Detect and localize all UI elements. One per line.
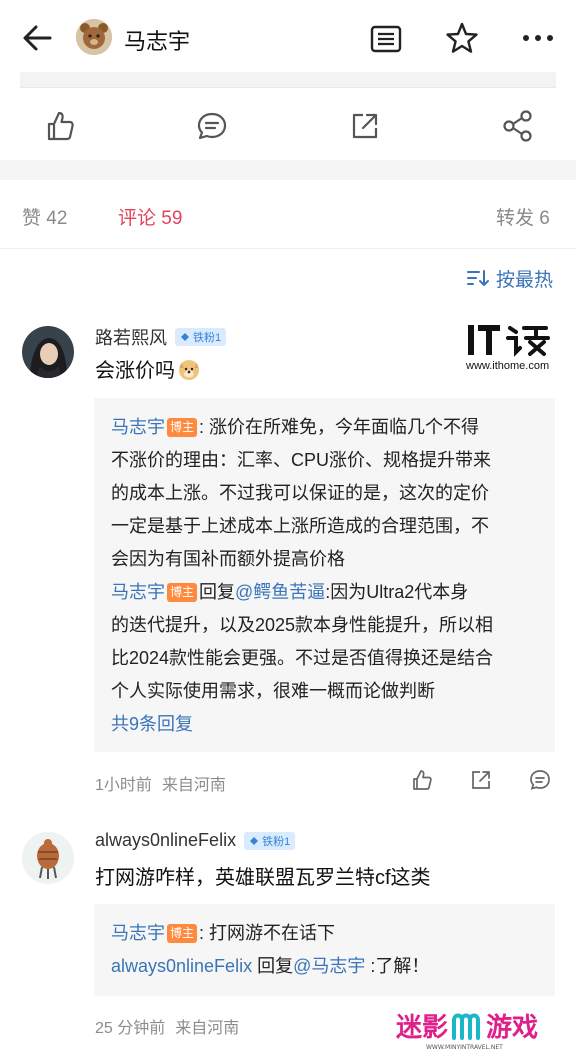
reply-line: 个人实际使用需求，很难一概而论做判断 [111, 681, 435, 701]
diamond-icon [250, 836, 259, 845]
sort-icon [466, 268, 490, 288]
thumbs-up-icon[interactable] [409, 767, 435, 793]
reply-item[interactable]: 马志宇 博主: 打网游不在话下 [111, 917, 543, 950]
reply-line: 不涨价的理由：汇率、CPU涨价、规格提升带来 [111, 450, 492, 470]
sort-button[interactable]: 按最热 [466, 266, 554, 291]
collapsed-content-strip [20, 72, 556, 88]
fan-badge-label: 铁粉1 [193, 332, 222, 344]
comment-username[interactable]: always0nlineFelix 铁粉1 [95, 830, 296, 851]
reply-line: : 涨价在所难免，今年面临几个不得 [199, 417, 480, 437]
reply-item[interactable]: 马志宇 博主 回复@鳄鱼苦逼:因为Ultra2代本身 的迭代提升，以及2025款本身… [111, 576, 543, 708]
diamond-icon [181, 333, 189, 341]
document-icon[interactable] [368, 21, 404, 57]
svg-text:WWW.MINYINTRAVEL.NET: WWW.MINYINTRAVEL.NET [426, 1044, 503, 1051]
username-text: 路若熙风 [95, 328, 167, 348]
comment-meta: 25 分钟前 来自河南 [95, 1014, 239, 1038]
reply-author[interactable]: 马志宇 [111, 417, 165, 437]
reply-author[interactable]: 马志宇 [111, 582, 165, 602]
doge-emoji-icon [177, 357, 201, 381]
comment-location: 来自河南 [175, 1020, 240, 1037]
share-icon[interactable] [498, 106, 538, 146]
reply-item[interactable]: 马志宇 博主: 涨价在所难免，今年面临几个不得 不涨价的理由：汇率、CPU涨价、规… [111, 411, 543, 576]
host-tag: 博主 [167, 924, 198, 943]
star-icon[interactable] [443, 19, 481, 57]
back-arrow-icon[interactable] [18, 18, 58, 58]
username-text: always0nlineFelix [95, 830, 237, 850]
author-name[interactable]: 马志宇 [124, 24, 190, 56]
comment-body: 打网游咋样，英雄联盟瓦罗兰特cf这类 [95, 867, 431, 889]
reply-word: 回复 [199, 582, 236, 602]
comment-meta: 1小时前 来自河南 [95, 771, 226, 795]
reply-line: 一定是基于上述成本上涨所造成的合理范围，不 [111, 516, 489, 536]
reply-box: 马志宇 博主: 打网游不在话下 always0nlineFelix 回复@马志宇 … [94, 904, 555, 996]
comment-text: 会涨价吗 [95, 354, 201, 383]
section-divider [0, 160, 576, 180]
reply-line: 会因为有国补而额外提高价格 [111, 549, 345, 569]
reply-line: : 打网游不在话下 [199, 923, 336, 943]
host-tag: 博主 [167, 583, 198, 602]
reply-line: :因为Ultra2代本身 [325, 582, 469, 602]
more-replies-link[interactable]: 共9条回复 [111, 708, 193, 741]
minying-logo: 迷影 游戏 WWW.MINYINTRAVEL.NET [396, 1006, 568, 1052]
reply-line: 比2024款性能会更强。不过是否值得换还是结合 [111, 648, 494, 668]
host-tag: 博主 [167, 418, 198, 437]
ithome-url: www.ithome.com [466, 360, 550, 372]
reply-box: 马志宇 博主: 涨价在所难免，今年面临几个不得 不涨价的理由：汇率、CPU涨价、规… [94, 398, 555, 752]
comment-time: 1小时前 [95, 777, 152, 794]
commenter-avatar[interactable] [22, 832, 74, 884]
sort-label: 按最热 [496, 269, 554, 291]
comment-body: 会涨价吗 [95, 360, 175, 382]
tab-reposts[interactable]: 转发 6 [496, 203, 550, 230]
comment-icon[interactable] [192, 106, 232, 146]
thumbs-up-icon[interactable] [40, 106, 80, 146]
comment-time: 25 分钟前 [95, 1020, 166, 1037]
tab-comments[interactable]: 评论 59 [118, 203, 182, 230]
comment-location: 来自河南 [161, 777, 226, 794]
reply-line: 的成本上涨。不过我可以保证的是，这次的定价 [111, 483, 489, 503]
commenter-avatar[interactable] [22, 326, 74, 378]
fan-badge: 铁粉1 [175, 328, 227, 346]
reply-mention[interactable]: @鳄鱼苦逼 [235, 582, 325, 602]
reply-author[interactable]: always0nlineFelix [111, 956, 252, 976]
repost-icon[interactable] [345, 106, 385, 146]
reply-word: 回复 [257, 956, 294, 976]
reply-line: 的迭代提升，以及2025款本身性能提升，所以相 [111, 615, 494, 635]
reply-mention[interactable]: @马志宇 [293, 956, 365, 976]
author-avatar[interactable] [76, 19, 112, 55]
reply-line: :了解！ [370, 956, 430, 976]
comment-icon[interactable] [527, 767, 553, 793]
reply-author[interactable]: 马志宇 [111, 923, 165, 943]
svg-text:游戏: 游戏 [486, 1013, 538, 1043]
repost-icon[interactable] [468, 767, 494, 793]
fan-badge: 铁粉1 [244, 831, 296, 850]
svg-text:迷影: 迷影 [396, 1013, 448, 1043]
tab-likes[interactable]: 赞 42 [22, 203, 67, 230]
tab-divider [0, 248, 576, 249]
reply-item[interactable]: always0nlineFelix 回复@马志宇 :了解！ [111, 950, 543, 983]
fan-badge-label: 铁粉1 [262, 835, 291, 848]
more-icon[interactable] [518, 22, 558, 54]
comment-username[interactable]: 路若熙风 铁粉1 [95, 324, 227, 350]
